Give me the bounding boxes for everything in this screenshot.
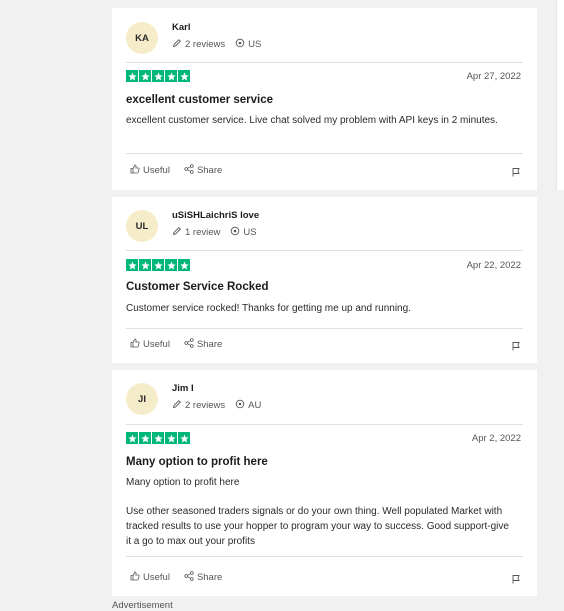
review-body: excellent customer service. Live chat so… — [126, 115, 498, 126]
reviewer-name[interactable]: Karl — [172, 22, 261, 33]
review-date: Apr 27, 2022 — [466, 71, 521, 82]
divider — [126, 556, 523, 557]
review-body: Many option to profit here — [126, 477, 240, 488]
star-icon — [139, 70, 151, 82]
star-rating — [126, 70, 190, 82]
share-label: Share — [196, 165, 223, 176]
review-count: 1 review — [185, 227, 221, 238]
useful-button[interactable]: Useful — [130, 164, 170, 177]
divider — [126, 250, 523, 251]
review-count: 2 reviews — [185, 39, 226, 50]
star-icon — [152, 70, 164, 82]
review-title[interactable]: Many option to profit here — [126, 456, 268, 468]
share-label: Share — [196, 572, 223, 583]
scroll-edge — [556, 0, 564, 190]
share-button[interactable]: Share — [184, 571, 222, 584]
flag-icon[interactable] — [511, 164, 521, 182]
useful-label: Useful — [143, 339, 170, 350]
review-card: KA Karl 2 reviews US Apr 27, 2022 excell… — [112, 8, 537, 190]
review-header: UL uSiSHLaichriS love 1 review US — [126, 210, 259, 242]
review-header: KA Karl 2 reviews US — [126, 22, 261, 54]
avatar[interactable]: UL — [126, 210, 158, 242]
review-date: Apr 2, 2022 — [471, 433, 521, 444]
thumbs-up-icon — [130, 571, 140, 584]
star-icon — [139, 432, 151, 444]
reviewer-name[interactable]: Jim I — [172, 383, 261, 394]
star-icon — [178, 70, 190, 82]
share-icon — [184, 338, 194, 351]
review-card: JI Jim I 2 reviews AU Apr 2, 2022 Many o… — [112, 370, 537, 596]
review-actions: Useful Share — [130, 164, 222, 177]
share-button[interactable]: Share — [184, 164, 222, 177]
location-icon — [230, 226, 240, 239]
star-icon — [165, 259, 177, 271]
thumbs-up-icon — [130, 164, 140, 177]
review-body: Customer service rocked! Thanks for gett… — [126, 303, 411, 314]
advertisement-label: Advertisement — [112, 600, 173, 611]
review-count: 2 reviews — [185, 400, 226, 411]
share-button[interactable]: Share — [184, 338, 222, 351]
review-body-paragraph: Use other seasoned traders signals or do… — [126, 506, 509, 547]
review-title[interactable]: Customer Service Rocked — [126, 281, 269, 293]
star-icon — [152, 259, 164, 271]
star-icon — [126, 259, 138, 271]
location-icon — [235, 399, 245, 412]
reviewer-meta: 2 reviews US — [172, 38, 261, 51]
share-label: Share — [196, 339, 223, 350]
star-rating — [126, 432, 190, 444]
reviewer-meta: 1 review US — [172, 226, 259, 239]
divider — [126, 153, 523, 154]
review-date: Apr 22, 2022 — [466, 260, 521, 271]
review-actions: Useful Share — [130, 338, 222, 351]
location-icon — [235, 38, 245, 51]
review-header: JI Jim I 2 reviews AU — [126, 383, 261, 415]
flag-icon[interactable] — [511, 571, 521, 589]
star-icon — [165, 70, 177, 82]
flag-icon[interactable] — [511, 338, 521, 356]
star-icon — [178, 432, 190, 444]
star-icon — [152, 432, 164, 444]
divider — [126, 328, 523, 329]
star-rating — [126, 259, 190, 271]
star-icon — [126, 432, 138, 444]
useful-button[interactable]: Useful — [130, 338, 170, 351]
star-icon — [139, 259, 151, 271]
thumbs-up-icon — [130, 338, 140, 351]
review-title[interactable]: excellent customer service — [126, 94, 273, 106]
divider — [126, 62, 523, 63]
star-icon — [165, 432, 177, 444]
share-icon — [184, 571, 194, 584]
review-card: UL uSiSHLaichriS love 1 review US Apr 22… — [112, 197, 537, 363]
useful-label: Useful — [143, 572, 170, 583]
pencil-icon — [172, 38, 182, 51]
pencil-icon — [172, 399, 182, 412]
star-icon — [178, 259, 190, 271]
country: US — [243, 227, 257, 238]
star-icon — [126, 70, 138, 82]
country: AU — [248, 400, 262, 411]
reviewer-name[interactable]: uSiSHLaichriS love — [172, 210, 259, 221]
useful-button[interactable]: Useful — [130, 571, 170, 584]
useful-label: Useful — [143, 165, 170, 176]
share-icon — [184, 164, 194, 177]
reviewer-meta: 2 reviews AU — [172, 399, 261, 412]
divider — [126, 424, 523, 425]
country: US — [248, 39, 262, 50]
pencil-icon — [172, 226, 182, 239]
avatar[interactable]: KA — [126, 22, 158, 54]
review-actions: Useful Share — [130, 571, 222, 584]
avatar[interactable]: JI — [126, 383, 158, 415]
